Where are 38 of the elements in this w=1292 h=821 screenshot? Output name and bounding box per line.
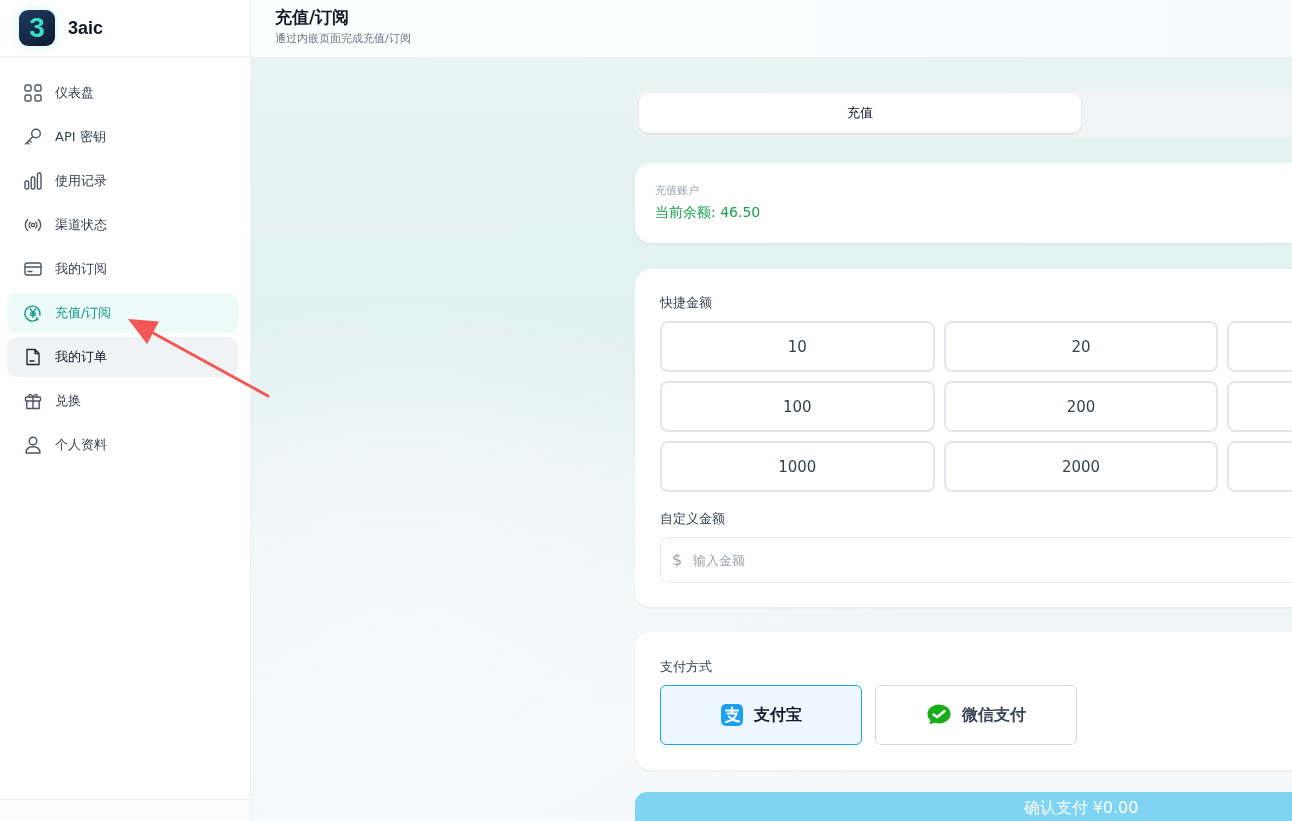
gift-icon — [24, 392, 42, 410]
currency-symbol: $ — [672, 550, 683, 570]
bar-chart-icon — [24, 172, 42, 190]
amount-button[interactable]: 1000 — [660, 441, 935, 492]
document-icon — [24, 348, 42, 366]
payment-option[interactable]: 支付宝 — [660, 685, 862, 745]
section-label: 支付方式 — [660, 659, 713, 675]
card-icon — [24, 260, 42, 278]
balance-text: 当前余额: 46.50 — [655, 203, 762, 221]
app-name: 3aic — [68, 17, 104, 39]
key-icon — [24, 128, 42, 146]
sidebar-item[interactable]: 我的订单 — [7, 337, 238, 377]
sidebar-item[interactable]: 个人资料 — [7, 425, 238, 465]
amount-button[interactable]: 10 — [660, 321, 935, 372]
amount-button[interactable]: 2000 — [943, 441, 1219, 492]
yen-circle-icon — [24, 304, 42, 322]
pay-tile-icon — [720, 704, 743, 726]
app-logo: 3 — [19, 10, 55, 46]
sidebar-item[interactable]: 兑换 — [7, 381, 238, 421]
section-label: 快捷金额 — [660, 295, 713, 311]
signal-icon — [24, 216, 42, 234]
payment-option[interactable]: 微信支付 — [875, 685, 1077, 745]
tab[interactable]: 充值 — [639, 93, 1081, 133]
user-icon — [24, 436, 42, 454]
sidebar-item[interactable]: API 密钥 — [7, 117, 238, 157]
section-label: 自定义金额 — [660, 511, 726, 527]
account-label: 充值账户 — [655, 183, 700, 198]
sidebar-item[interactable]: 仪表盘 — [7, 73, 238, 113]
sidebar-item[interactable]: 使用记录 — [7, 161, 238, 201]
sidebar-item[interactable]: 我的订阅 — [7, 249, 238, 289]
amount-button[interactable]: 100 — [660, 381, 935, 432]
amount-button[interactable]: 200 — [943, 381, 1219, 432]
page-title: 充值/订阅 — [275, 6, 351, 28]
amount-button[interactable]: 20 — [943, 321, 1219, 372]
grid-icon — [24, 84, 42, 102]
chat-check-icon — [926, 704, 951, 726]
sidebar-item[interactable]: 渠道状态 — [7, 205, 238, 245]
page-subtitle: 通过内嵌页面完成充值/订阅 — [275, 31, 412, 47]
